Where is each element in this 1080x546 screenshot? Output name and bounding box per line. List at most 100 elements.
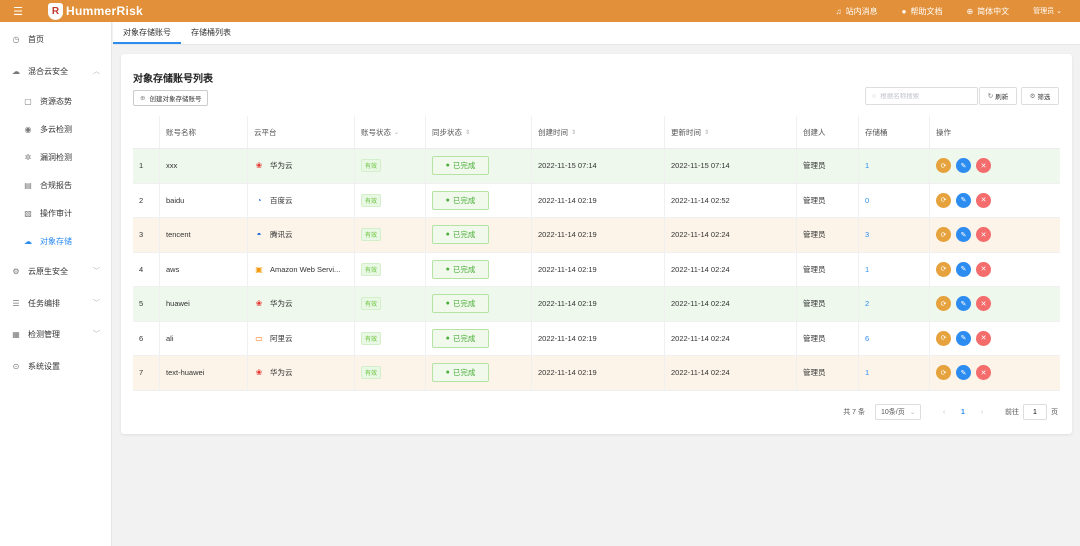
edit-icon[interactable]: ✎ [956,192,971,208]
sync-icon[interactable]: ⟳ [936,365,951,381]
col-index [133,115,160,149]
creator: 管理员 [797,321,859,356]
bucket-count-link[interactable]: 6 [865,334,869,343]
sidebar-item-settings[interactable]: ⊙ 系统设置 [0,355,112,377]
sync-status-button[interactable]: ● 已完成 [432,225,489,245]
delete-icon[interactable]: ✕ [976,158,991,174]
col-created[interactable]: 创建时间 ⇕ [532,115,665,149]
creator: 管理员 [797,217,859,252]
status-badge: 有效 [361,366,382,380]
sync-status-button[interactable]: ● 已完成 [432,328,489,348]
help-link[interactable]: ● 帮助文档 [902,6,943,17]
row-index: 7 [133,355,160,390]
updated-time: 2022-11-14 02:24 [665,217,797,252]
sidebar-item-resource[interactable]: ▢ 资源态势 [0,90,112,112]
hamburger-icon[interactable]: ☰ [0,5,36,18]
sync-icon[interactable]: ⟳ [936,261,951,277]
sidebar-item-object-storage[interactable]: ☁ 对象存储 [0,230,112,252]
delete-icon[interactable]: ✕ [976,192,991,208]
tab-bucket-list[interactable]: 存储桶列表 [181,21,241,44]
bucket-count-link[interactable]: 3 [865,230,869,239]
account-name: tencent [160,217,248,252]
bucket-count-link[interactable]: 1 [865,368,869,377]
sync-status-button[interactable]: ● 已完成 [432,190,489,210]
search-input[interactable] [880,92,971,100]
language-switch[interactable]: ⊕ 简体中文 [966,6,1009,17]
updated-time: 2022-11-14 02:24 [665,355,797,390]
app-logo[interactable]: R HummerRisk [48,2,144,20]
check-circle-icon: ● [445,369,450,377]
sync-status-button[interactable]: ● 已完成 [432,294,489,314]
edit-icon[interactable]: ✎ [956,296,971,312]
refresh-button[interactable]: ↻ 刷新 [979,87,1017,105]
sidebar-item-cloud-native[interactable]: ⚙ 云原生安全 ﹀ [0,260,112,282]
col-account-name: 账号名称 [160,115,248,149]
prev-page-button[interactable]: ‹ [935,409,953,416]
edit-icon[interactable]: ✎ [956,227,971,243]
col-updated-label: 更新时间 [671,127,701,137]
sync-icon[interactable]: ⟳ [936,158,951,174]
user-name: 管理员 [1033,8,1055,15]
sidebar-item-label: 首页 [28,34,44,44]
next-page-button[interactable]: › [973,409,991,416]
sidebar-item-tasks[interactable]: ☰ 任务编排 ﹀ [0,292,112,314]
logo-text: HummerRisk [66,4,144,18]
page-size-select[interactable]: 10条/页 ⌄ [875,404,921,420]
status-cell: 有效 [355,183,426,218]
delete-icon[interactable]: ✕ [976,261,991,277]
col-updated[interactable]: 更新时间 ⇕ [665,115,797,149]
tab-storage-accounts[interactable]: 对象存储账号 [113,21,181,44]
delete-icon[interactable]: ✕ [976,227,991,243]
check-circle-icon: ● [445,300,450,308]
sidebar-item-vuln[interactable]: ✲ 漏洞检测 [0,146,112,168]
create-account-button[interactable]: ⊕ 创建对象存储账号 [133,90,209,106]
check-circle-icon: ● [445,231,450,239]
bucket-count-link[interactable]: 2 [865,299,869,308]
page-unit-label: 页 [1051,409,1058,416]
col-sync[interactable]: 同步状态 ⇕ [426,115,532,149]
sidebar-item-label: 操作审计 [40,208,72,218]
delete-icon[interactable]: ✕ [976,365,991,381]
page-number[interactable]: 1 [953,409,973,416]
refresh-icon: ↻ [987,93,994,100]
sync-status-button[interactable]: ● 已完成 [432,363,489,383]
bucket-count-link[interactable]: 1 [865,265,869,274]
delete-icon[interactable]: ✕ [976,296,991,312]
sync-icon[interactable]: ⟳ [936,296,951,312]
sidebar-item-compliance[interactable]: ▤ 合规报告 [0,174,112,196]
col-status[interactable]: 账号状态 ⌄ [355,115,426,149]
sidebar-item-audit[interactable]: ▧ 操作审计 [0,202,112,224]
edit-icon[interactable]: ✎ [956,330,971,346]
filter-button[interactable]: ⚙ 筛选 [1021,87,1059,105]
account-name: xxx [160,148,248,183]
sync-status-button[interactable]: ● 已完成 [432,259,489,279]
edit-icon[interactable]: ✎ [956,158,971,174]
sync-icon[interactable]: ⟳ [936,192,951,208]
messages-link[interactable]: ♫ 站内消息 [836,6,878,17]
sync-icon[interactable]: ⟳ [936,330,951,346]
sync-icon[interactable]: ⟳ [936,227,951,243]
cloud-icon: ☁ [12,66,20,76]
sync-status-button[interactable]: ● 已完成 [432,156,489,176]
sidebar-item-detection[interactable]: ▦ 检测管理 ﹀ [0,323,112,345]
sidebar-item-label: 云原生安全 [28,266,68,276]
bucket-count-link[interactable]: 1 [865,161,869,170]
chevron-down-icon: ﹀ [93,331,100,338]
chevron-down-icon: ⌄ [394,129,400,136]
col-created-label: 创建时间 [538,127,568,137]
edit-icon[interactable]: ✎ [956,365,971,381]
sync-status-label: 已完成 [452,333,476,343]
sidebar-item-multicloud[interactable]: ◉ 多云检测 [0,118,112,140]
sidebar-item-hybrid-cloud[interactable]: ☁ 混合云安全 ︿ [0,60,112,82]
goto-page-input[interactable] [1023,404,1047,420]
bucket-count-link[interactable]: 0 [865,196,869,205]
status-cell: 有效 [355,321,426,356]
edit-icon[interactable]: ✎ [956,261,971,277]
sidebar-item-home[interactable]: ◷ 首页 [0,28,112,50]
account-name: aws [160,252,248,287]
user-menu[interactable]: 管理员 ⌄ [1033,6,1062,16]
created-time: 2022-11-14 02:19 [532,286,665,321]
delete-icon[interactable]: ✕ [976,330,991,346]
actions-cell: ⟳ ✎ ✕ [930,321,1060,356]
status-cell: 有效 [355,355,426,390]
